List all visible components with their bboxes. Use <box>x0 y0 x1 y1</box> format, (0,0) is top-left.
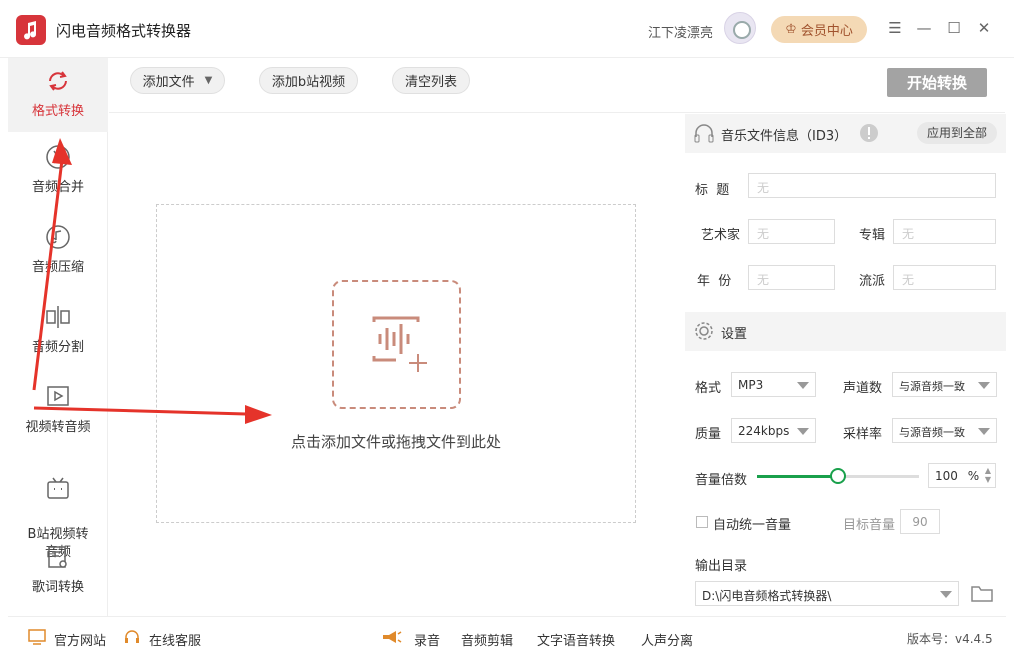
id3-panel-header: 音乐文件信息（ID3） 应用到全部 <box>685 114 1006 153</box>
maximize-button[interactable]: ☐ <box>944 18 964 38</box>
add-audio-icon[interactable] <box>332 280 461 409</box>
video-icon <box>45 384 71 410</box>
samplerate-label: 采样率 <box>843 423 882 442</box>
refresh-icon <box>45 68 71 94</box>
sidebar-item-lyrics-convert[interactable]: 歌词转换 <box>8 544 108 595</box>
quality-label: 质量 <box>695 423 721 442</box>
headphones-icon <box>693 122 715 144</box>
output-dir-select[interactable]: D:\闪电音频格式转换器\ <box>695 581 959 606</box>
channels-select[interactable]: 与源音频一致 <box>892 372 997 397</box>
volume-slider[interactable] <box>757 475 919 478</box>
megaphone-icon <box>381 629 403 645</box>
year-field[interactable]: 无 <box>748 265 835 290</box>
divider <box>109 112 1005 113</box>
settings-panel-header: 设置 <box>685 312 1006 351</box>
title-label: 标 题 <box>695 179 729 198</box>
volume-label: 音量倍数 <box>695 469 747 488</box>
format-label: 格式 <box>695 377 721 396</box>
text-to-speech-link[interactable]: 文字语音转换 <box>537 630 615 649</box>
id3-title: 音乐文件信息（ID3） <box>721 125 847 144</box>
output-dir-label: 输出目录 <box>695 555 747 574</box>
gear-icon <box>693 320 715 342</box>
start-convert-button[interactable]: 开始转换 <box>887 68 987 97</box>
chevron-down-icon <box>978 428 990 435</box>
monitor-icon <box>28 629 46 645</box>
version-text: 版本号：v4.4.5 <box>907 630 993 647</box>
title-bar: 闪电音频格式转换器 江下凌漂亮 ♔ 会员中心 ☰ — ☐ ✕ <box>0 0 1014 58</box>
split-icon <box>45 304 71 330</box>
crown-icon: ♔ <box>785 22 797 37</box>
chevron-down-icon <box>797 382 809 389</box>
auto-volume-label: 自动统一音量 <box>713 514 791 533</box>
title-field[interactable]: 无 <box>748 173 996 198</box>
genre-label: 流派 <box>859 270 885 289</box>
year-label: 年 份 <box>697 270 731 289</box>
sidebar-item-video-to-audio[interactable]: 视频转音频 <box>8 384 108 435</box>
target-volume-label: 目标音量 <box>843 514 895 533</box>
chevron-down-icon[interactable]: ▼ <box>205 75 213 86</box>
auto-volume-checkbox[interactable] <box>696 516 708 528</box>
settings-title: 设置 <box>721 323 747 342</box>
drop-hint-text: 点击添加文件或拖拽文件到此处 <box>156 431 636 452</box>
bilibili-tv-icon <box>45 476 71 502</box>
sidebar-item-audio-compress[interactable]: 音频压缩 <box>8 224 108 275</box>
app-title: 闪电音频格式转换器 <box>56 20 191 41</box>
official-website-link[interactable]: 官方网站 <box>54 630 106 649</box>
menu-icon[interactable]: ☰ <box>885 18 905 38</box>
minimize-button[interactable]: — <box>914 18 934 38</box>
bottom-bar: 官方网站 在线客服 录音 音频剪辑 文字语音转换 人声分离 版本号：v4.4.5 <box>8 616 1006 658</box>
close-button[interactable]: ✕ <box>974 18 994 38</box>
chevron-down-icon <box>978 382 990 389</box>
format-select[interactable]: MP3 <box>731 372 816 397</box>
merge-icon <box>45 144 71 170</box>
sidebar-item-audio-merge[interactable]: 音频合并 <box>8 144 108 195</box>
stepper-arrows-icon[interactable]: ▲▼ <box>985 466 991 484</box>
volume-slider-fill <box>757 475 838 478</box>
target-volume-field[interactable]: 90 <box>900 509 940 534</box>
folder-icon[interactable] <box>970 583 994 603</box>
audio-edit-link[interactable]: 音频剪辑 <box>461 630 513 649</box>
sidebar-item-audio-split[interactable]: 音频分割 <box>8 304 108 355</box>
online-support-link[interactable]: 在线客服 <box>149 630 201 649</box>
album-field[interactable]: 无 <box>893 219 996 244</box>
lyrics-icon <box>45 544 71 570</box>
sidebar: 格式转换 音频合并 音频压缩 音频分割 视频转音频 B站视频转 音频 歌词转换 <box>8 58 108 616</box>
artist-field[interactable]: 无 <box>748 219 835 244</box>
headset-icon <box>124 629 140 645</box>
avatar[interactable] <box>724 12 756 44</box>
genre-field[interactable]: 无 <box>893 265 996 290</box>
volume-stepper[interactable]: 100 % ▲▼ <box>928 463 996 488</box>
add-file-button[interactable]: 添加文件 ▼ <box>130 67 225 94</box>
music-note-icon <box>45 224 71 250</box>
record-link[interactable]: 录音 <box>414 630 440 649</box>
album-label: 专辑 <box>859 224 885 243</box>
volume-slider-thumb[interactable] <box>830 468 846 484</box>
channels-label: 声道数 <box>843 377 882 396</box>
artist-label: 艺术家 <box>701 224 740 243</box>
samplerate-select[interactable]: 与源音频一致 <box>892 418 997 443</box>
apply-to-all-button[interactable]: 应用到全部 <box>917 122 997 144</box>
vip-center-button[interactable]: ♔ 会员中心 <box>771 16 867 43</box>
info-icon[interactable] <box>859 123 879 143</box>
app-logo-icon <box>16 15 46 45</box>
vocal-separation-link[interactable]: 人声分离 <box>641 630 693 649</box>
add-bilibili-video-button[interactable]: 添加b站视频 <box>259 67 358 94</box>
clear-list-button[interactable]: 清空列表 <box>392 67 470 94</box>
user-name[interactable]: 江下凌漂亮 <box>648 22 713 41</box>
quality-select[interactable]: 224kbps <box>731 418 816 443</box>
chevron-down-icon <box>797 428 809 435</box>
chevron-down-icon <box>940 591 952 598</box>
sidebar-item-format-convert[interactable]: 格式转换 <box>8 58 108 132</box>
